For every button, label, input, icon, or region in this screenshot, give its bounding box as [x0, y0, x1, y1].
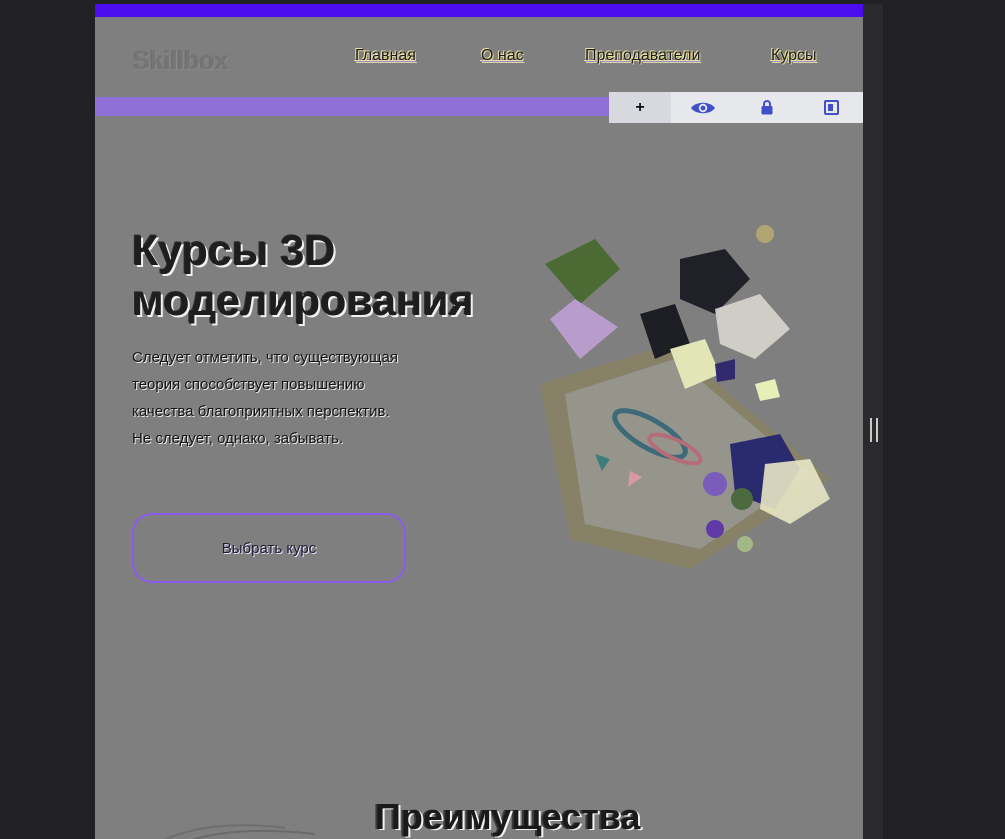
eye-icon — [691, 102, 715, 113]
layer-icon — [823, 100, 839, 115]
add-button[interactable]: + — [609, 92, 671, 123]
hero-text-line2: теория способствует повышению — [132, 376, 365, 393]
plus-icon: + — [635, 98, 645, 116]
lock-icon — [761, 100, 773, 115]
page-frame: Skillbox Главная О нас Преподаватели Кур… — [95, 4, 863, 839]
visibility-button[interactable] — [671, 92, 735, 123]
resize-handle[interactable] — [870, 418, 878, 442]
hero-text-line3: качества благоприятных перспектив. — [132, 403, 390, 420]
nav-link-courses[interactable]: Курсы — [771, 47, 817, 65]
selection-strip — [95, 97, 610, 116]
hero-text-line1: Следует отметить, что существующая — [132, 349, 398, 366]
nav-link-about[interactable]: О нас — [481, 47, 524, 65]
decorative-shape — [163, 824, 316, 839]
nav-link-home[interactable]: Главная — [355, 47, 416, 65]
hero-title: Курсы 3D моделирования — [132, 226, 474, 326]
hero-title-line2: моделирования — [132, 277, 474, 325]
hero-title-line1: Курсы 3D — [132, 227, 336, 275]
layer-button[interactable] — [799, 92, 863, 123]
site-header: Skillbox Главная О нас Преподаватели Кур… — [95, 17, 863, 97]
lock-button[interactable] — [735, 92, 799, 123]
main-nav: Главная О нас Преподаватели Курсы — [95, 47, 863, 71]
nav-link-teachers[interactable]: Преподаватели — [585, 47, 700, 65]
top-accent-bar — [95, 4, 863, 17]
choose-course-button[interactable]: Выбрать курс — [132, 513, 406, 583]
element-toolbar: + — [609, 92, 863, 123]
advantages-title: Преимущества — [375, 796, 641, 837]
hero-3d-illustration — [540, 225, 830, 569]
hero-description: Следует отметить, что существующая теори… — [132, 344, 472, 452]
hero-text-line4: Не следует, однако, забывать. — [132, 430, 344, 447]
